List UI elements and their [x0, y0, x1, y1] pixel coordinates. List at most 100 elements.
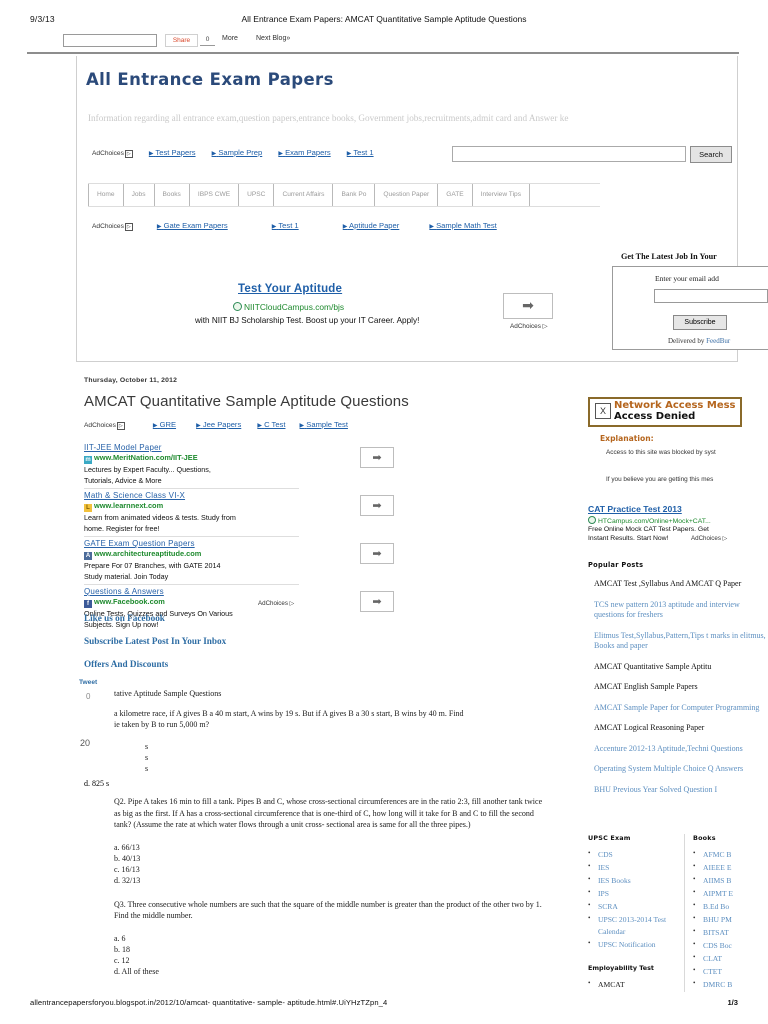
popular-post-item[interactable]: AMCAT Logical Reasoning Paper	[594, 723, 768, 734]
post-ad-link-0[interactable]: ▶ GRE	[153, 420, 176, 429]
nav-item-home[interactable]: Home	[88, 184, 124, 206]
list-item[interactable]: AIEEE E	[693, 861, 768, 874]
top-ad-link-1[interactable]: ▶ Sample Prep	[212, 148, 263, 157]
nav-item-books[interactable]: Books	[155, 184, 190, 206]
second-ad-link-0[interactable]: ▶ Gate Exam Papers	[157, 221, 228, 230]
second-ad-link-3[interactable]: ▶ Sample Math Test	[429, 221, 496, 230]
popular-post-item[interactable]: AMCAT Test ,Syllabus And AMCAT Q Paper	[594, 579, 768, 590]
offers-and-discounts-heading[interactable]: Offers And Discounts	[84, 659, 168, 669]
ad-list-item[interactable]: IIT-JEE Model Paper m www.MeritNation.com…	[84, 441, 394, 489]
top-ad-link-0[interactable]: ▶ Test Papers	[149, 148, 196, 157]
adchoices-label-banner[interactable]: AdChoices ▷	[510, 322, 548, 330]
popular-post-item[interactable]: AMCAT Quantitative Sample Aptitu	[594, 662, 768, 673]
popular-post-item[interactable]: Accenture 2012-13 Aptitude,Techni Questi…	[594, 744, 768, 755]
post-ad-link-2[interactable]: ▶ C Test	[257, 420, 285, 429]
ad-list-item[interactable]: GATE Exam Question Papers Awww.architect…	[84, 537, 394, 585]
ad-headline[interactable]: GATE Exam Question Papers	[84, 539, 299, 548]
adchoices-label-adlist[interactable]: AdChoices ▷	[258, 600, 294, 607]
subscribe-email-input[interactable]	[654, 289, 768, 303]
nav-item-question-paper[interactable]: Question Paper	[375, 184, 439, 206]
popular-post-item[interactable]: AMCAT English Sample Papers	[594, 682, 768, 693]
cat-ad-title[interactable]: CAT Practice Test 2013	[588, 504, 682, 514]
site-favicon-icon: m	[84, 456, 92, 464]
ad-headline[interactable]: IIT-JEE Model Paper	[84, 443, 299, 452]
right-sidebar: X Network Access Mess Access Denied Expl…	[588, 397, 768, 992]
q3-option-b: b. 18	[114, 944, 130, 954]
like-us-on-facebook-heading[interactable]: Like us on Facebook	[84, 613, 165, 623]
subscribe-button[interactable]: Subscribe	[673, 315, 727, 330]
site-search-input[interactable]	[452, 146, 686, 162]
list-item[interactable]: CDS Boc	[693, 939, 768, 952]
popular-post-item[interactable]: TCS new pattern 2013 aptitude and interv…	[594, 600, 768, 621]
second-ad-link-1[interactable]: ▶ Test 1	[272, 221, 299, 230]
blog-title[interactable]: All Entrance Exam Papers	[86, 70, 334, 89]
list-item[interactable]: AIPMT E	[693, 887, 768, 900]
feedburner-link[interactable]: FeedBur	[706, 337, 730, 345]
adchoices-label-top[interactable]: AdChoices ▷	[92, 150, 133, 158]
globe-icon	[588, 516, 596, 524]
list-item[interactable]: AFMC B	[693, 848, 768, 861]
list-item[interactable]: AIIMS B	[693, 874, 768, 887]
banner-ad-arrow-button[interactable]: ➡	[503, 293, 553, 319]
top-ad-link-2[interactable]: ▶ Exam Papers	[278, 148, 330, 157]
popular-post-item[interactable]: AMCAT Sample Paper for Computer Programm…	[594, 703, 768, 714]
popular-post-item[interactable]: BHU Previous Year Solved Question I	[594, 785, 768, 796]
share-count-20: 20	[80, 738, 91, 748]
ad-arrow-button[interactable]: ➡	[360, 591, 394, 612]
nav-item-jobs[interactable]: Jobs	[124, 184, 155, 206]
ad-headline[interactable]: Math & Science Class VI-X	[84, 491, 299, 500]
ad-arrow-button[interactable]: ➡	[360, 543, 394, 564]
nav-item-bank-po[interactable]: Bank Po	[333, 184, 376, 206]
ad-list-item[interactable]: Math & Science Class VI-X Lwww.learnnext…	[84, 489, 394, 537]
q1-option-a: s	[145, 742, 149, 751]
list-item[interactable]: UPSC Notification	[588, 938, 674, 951]
post-ad-link-3[interactable]: ▶ Sample Test	[300, 420, 348, 429]
ad-arrow-button[interactable]: ➡	[360, 495, 394, 516]
blogger-more-button[interactable]: More	[222, 35, 238, 42]
adchoices-label-cat[interactable]: AdChoices ▷	[691, 535, 727, 542]
list-item[interactable]: IES	[588, 861, 674, 874]
list-item[interactable]: CDS	[588, 848, 674, 861]
list-item[interactable]: CTET	[693, 965, 768, 978]
arrow-right-icon: ➡	[372, 452, 382, 464]
nav-item-ibps-cwe[interactable]: IBPS CWE	[190, 184, 240, 206]
list-item[interactable]: CLAT	[693, 952, 768, 965]
list-item[interactable]: SCRA	[588, 900, 674, 913]
ad-headline[interactable]: Questions & Answers	[84, 587, 299, 596]
ad-list-item[interactable]: Questions & Answers f www.Facebook.com On…	[84, 585, 394, 632]
footer-url: allentrancepapersforyou.blogspot.in/2012…	[30, 998, 388, 1007]
second-ad-link-2[interactable]: ▶ Aptitude Paper	[343, 221, 400, 230]
nav-item-current-affairs[interactable]: Current Affairs	[274, 184, 334, 206]
nav-item-upsc[interactable]: UPSC	[239, 184, 275, 206]
blogger-share-button[interactable]: Share	[165, 34, 198, 47]
list-item[interactable]: B.Ed Bo	[693, 900, 768, 913]
subscribe-latest-post-heading[interactable]: Subscribe Latest Post In Your Inbox	[84, 636, 226, 646]
ad-arrow-button[interactable]: ➡	[360, 447, 394, 468]
list-item[interactable]: AMCAT	[588, 978, 674, 991]
list-item[interactable]: IES Books	[588, 874, 674, 887]
close-icon[interactable]: X	[595, 403, 611, 419]
post-title: AMCAT Quantitative Sample Aptitude Quest…	[84, 393, 409, 410]
ad-description: Prepare For 07 Branches, with GATE 2014	[84, 561, 221, 570]
list-item[interactable]: UPSC 2013-2014 Test Calendar	[588, 913, 674, 937]
list-item[interactable]: BITSAT	[693, 926, 768, 939]
list-item[interactable]: IPS	[588, 887, 674, 900]
post-ad-link-1[interactable]: ▶ Jee Papers	[196, 420, 241, 429]
top-ad-link-3[interactable]: ▶ Test 1	[347, 148, 374, 157]
site-search-button[interactable]: Search	[690, 146, 732, 163]
popular-post-item[interactable]: Elitmus Test,Syllabus,Pattern,Tips t mar…	[594, 631, 768, 652]
popular-posts-list: AMCAT Test ,Syllabus And AMCAT Q Paper T…	[594, 579, 768, 805]
cat-ad-desc-2: Instant Results. Start Now!	[588, 535, 669, 542]
list-item[interactable]: BHU PM	[693, 913, 768, 926]
banner-ad-title[interactable]: Test Your Aptitude	[238, 283, 342, 295]
adchoices-label-second[interactable]: AdChoices ▷	[92, 223, 133, 231]
q2-option-c: c. 16/13	[114, 864, 140, 874]
nav-item-interview-tips[interactable]: Interview Tips	[473, 184, 531, 206]
list-item[interactable]: DMRC B	[693, 978, 768, 991]
blogger-next-blog-link[interactable]: Next Blog»	[256, 35, 290, 42]
tweet-button[interactable]: Tweet	[79, 679, 97, 686]
nav-item-gate[interactable]: GATE	[438, 184, 473, 206]
adchoices-label-post[interactable]: AdChoices ▷	[84, 422, 125, 430]
popular-post-item[interactable]: Operating System Multiple Choice Q Answe…	[594, 764, 768, 775]
blogger-search-input[interactable]	[63, 34, 157, 47]
